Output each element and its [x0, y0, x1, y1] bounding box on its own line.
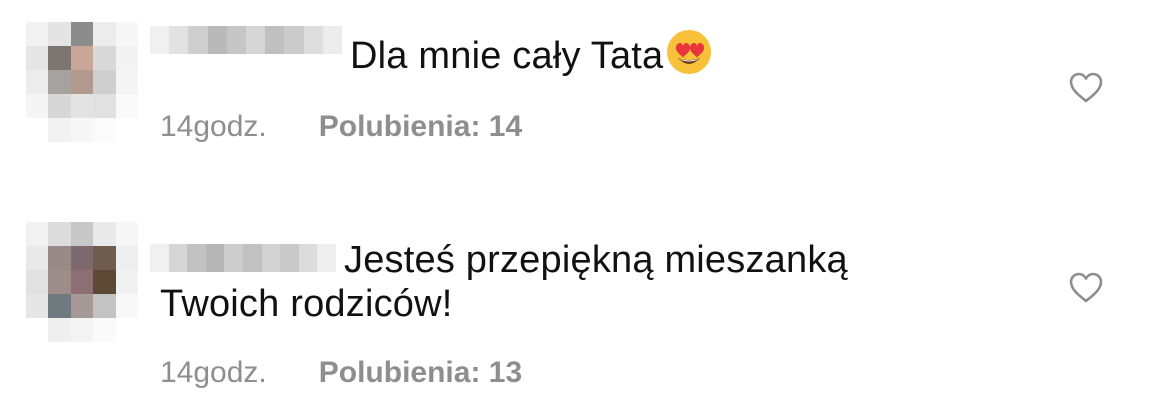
comment-item: Jesteś przepiękną mieszanką Twoich rodzi…	[0, 0, 1169, 416]
likes-count-link[interactable]: Polubienia: 13	[319, 356, 522, 390]
comment-text-continued: Twoich rodziców!	[160, 276, 453, 332]
comment-meta: 14godz. Polubienia: 13	[160, 356, 522, 390]
comment-text-line: Jesteś przepiękną mieszanką	[344, 239, 848, 281]
heart-outline-icon[interactable]	[1068, 272, 1104, 304]
username-blurred[interactable]	[150, 244, 336, 272]
avatar[interactable]	[26, 222, 138, 342]
comment-time: 14godz.	[160, 356, 267, 389]
comment-text-line: Twoich rodziców!	[160, 283, 453, 325]
